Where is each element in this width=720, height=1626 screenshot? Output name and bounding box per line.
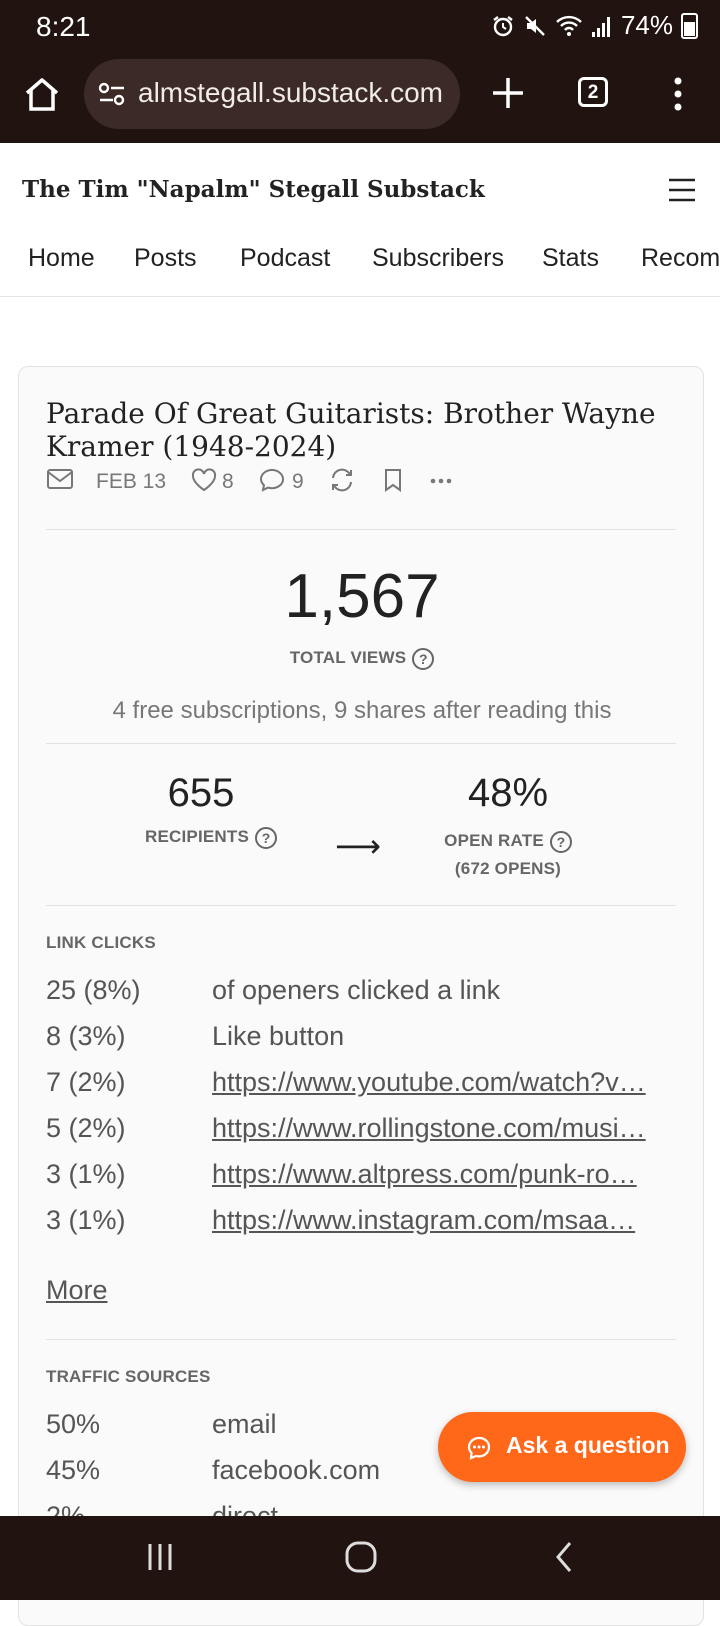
comment-icon[interactable] [258, 467, 286, 499]
tab-posts[interactable]: Posts [134, 244, 197, 273]
total-views-label-text: TOTAL VIEWS [289, 648, 407, 668]
arrow-right-icon: ⟶ [335, 828, 381, 864]
help-icon[interactable]: ? [549, 831, 572, 853]
link-click-url[interactable]: https://www.rollingstone.com/musi… [212, 1113, 662, 1144]
recipients-label-text: RECIPIENTS [144, 827, 250, 847]
more-link[interactable]: More [46, 1275, 108, 1306]
wifi-icon [555, 14, 583, 38]
browser-chrome: 8:21 74% almstegall.substack.com 2 [0, 0, 720, 143]
status-time: 8:21 [36, 11, 91, 42]
link-click-count: 8 (3%) [46, 1021, 126, 1051]
opens-count: (672 OPENS) [454, 859, 562, 878]
link-click-count: 3 (1%) [46, 1205, 126, 1235]
ask-question-label: Ask a question [506, 1432, 670, 1458]
tab-home[interactable]: Home [28, 244, 95, 273]
like-count: 8 [222, 470, 234, 493]
post-meta: FEB 13 8 9 [46, 467, 686, 497]
recipients-label: RECIPIENTS? [111, 827, 311, 849]
link-click-desc: of openers clicked a link [212, 975, 501, 1005]
new-tab-icon[interactable] [488, 73, 528, 113]
email-icon [46, 467, 74, 497]
more-vert-icon[interactable] [666, 76, 690, 112]
traffic-source-pct: 50% [46, 1409, 101, 1439]
link-click-count: 25 (8%) [46, 975, 141, 1005]
url-text: almstegall.substack.com [138, 77, 444, 108]
site-settings-icon[interactable] [98, 81, 126, 112]
shares-summary: 4 free subscriptions, 9 shares after rea… [112, 697, 612, 724]
signal-icon [591, 14, 613, 38]
more-horiz-icon[interactable] [428, 467, 454, 499]
tab-podcast[interactable]: Podcast [240, 244, 330, 273]
home-icon[interactable] [22, 76, 62, 112]
dashboard-nav: Home Posts Podcast Subscribers Stats Rec… [0, 234, 720, 297]
ask-question-button[interactable]: Ask a question [438, 1412, 686, 1482]
link-clicks-label: LINK CLICKS [46, 933, 156, 952]
alarm-icon [491, 14, 515, 38]
tab-subscribers[interactable]: Subscribers [372, 244, 504, 273]
post-title[interactable]: Parade Of Great Guitarists: Brother Wayn… [46, 397, 666, 463]
link-click-desc: Like button [212, 1021, 345, 1051]
system-nav-bar [0, 1516, 720, 1600]
divider [46, 905, 676, 906]
restack-icon[interactable] [328, 467, 356, 499]
open-rate-value: 48% [467, 771, 549, 815]
divider [46, 529, 676, 530]
traffic-sources-label: TRAFFIC SOURCES [46, 1367, 211, 1386]
battery-percent: 74% [620, 10, 673, 40]
battery-icon [681, 12, 698, 39]
site-title[interactable]: The Tim "Napalm" Stegall Substack [22, 176, 485, 203]
hamburger-menu-icon[interactable] [668, 178, 696, 202]
help-icon[interactable]: ? [412, 648, 435, 670]
link-click-url[interactable]: https://www.instagram.com/msaa… [212, 1205, 662, 1236]
open-rate-label-text: OPEN RATE [444, 831, 544, 851]
recent-apps-icon[interactable] [146, 1540, 174, 1579]
open-rate-label: OPEN RATE? [408, 831, 608, 853]
divider [46, 1339, 676, 1340]
traffic-source-pct: 45% [46, 1455, 101, 1485]
help-icon[interactable]: ? [255, 827, 278, 849]
mute-icon [523, 14, 547, 38]
total-views-label: TOTAL VIEWS? [19, 648, 703, 670]
total-views-value: 1,567 [284, 562, 440, 631]
status-icons: 74% [491, 10, 698, 41]
chat-bubble-icon [466, 1435, 492, 1466]
link-click-url[interactable]: https://www.altpress.com/punk-ro… [212, 1159, 662, 1190]
recipients-value: 655 [167, 771, 235, 815]
link-click-count: 5 (2%) [46, 1113, 126, 1143]
link-click-count: 3 (1%) [46, 1159, 126, 1189]
back-icon[interactable] [552, 1540, 576, 1579]
tab-stats[interactable]: Stats [542, 244, 599, 273]
link-click-count: 7 (2%) [46, 1067, 126, 1097]
home-circle-icon[interactable] [344, 1540, 378, 1579]
tab-recommendations[interactable]: Recommendations [641, 244, 720, 273]
comment-count: 9 [292, 470, 304, 493]
link-click-url[interactable]: https://www.youtube.com/watch?v… [212, 1067, 662, 1098]
tab-switcher-button[interactable]: 2 [578, 77, 608, 107]
bookmark-icon[interactable] [380, 467, 406, 499]
heart-icon[interactable] [190, 467, 218, 499]
post-date: FEB 13 [96, 470, 167, 493]
address-bar[interactable]: almstegall.substack.com [84, 59, 460, 129]
divider [46, 743, 676, 744]
